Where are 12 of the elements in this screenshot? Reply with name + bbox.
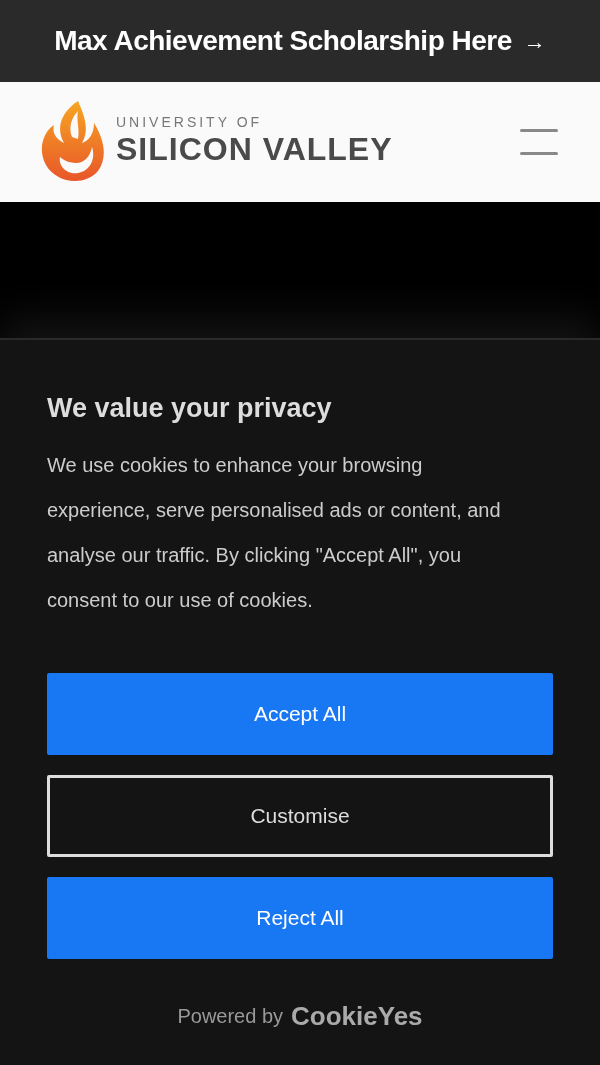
consent-title: We value your privacy: [47, 392, 333, 425]
consent-button[interactable]: Accept All: [47, 672, 553, 755]
customise-button[interactable]: Customise: [47, 774, 553, 857]
announcement-link[interactable]: Max Achievement Scholarship Here: [54, 20, 512, 62]
consent-button[interactable]: Reject All: [47, 876, 553, 959]
logo-subtitle: UNIVERSITY OF: [116, 115, 264, 129]
powered-by-text: Powered by: [177, 1004, 284, 1029]
consent-text: We use cookies to enhance your browsing experience, serve personalised ads or content, and analyse our traffic. By clicking "Accept All", you consent to our use of cookies.: [47, 452, 502, 613]
cookieyes-logo[interactable]: CookieYes: [291, 996, 423, 1036]
logo-title: SILICON VALLEY: [116, 130, 393, 169]
menu-icon[interactable]: [520, 129, 558, 155]
arrow-icon: →: [523, 24, 546, 58]
